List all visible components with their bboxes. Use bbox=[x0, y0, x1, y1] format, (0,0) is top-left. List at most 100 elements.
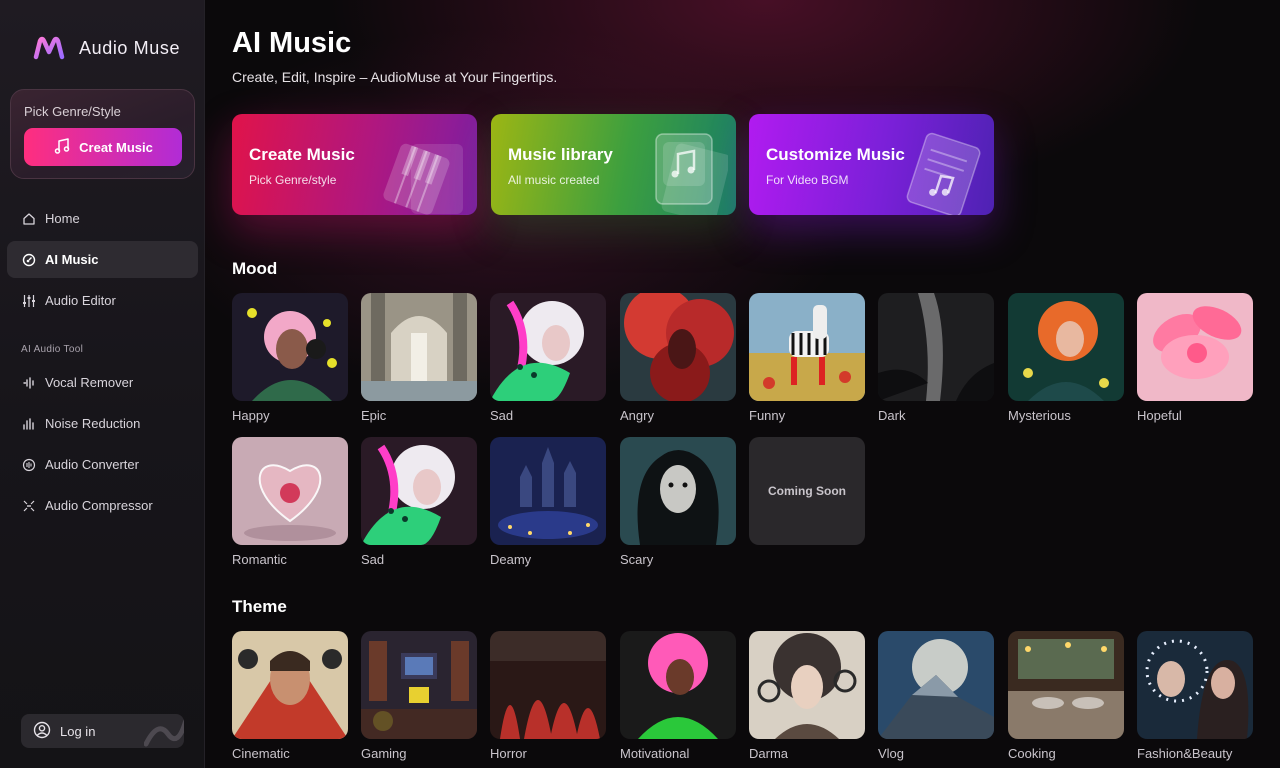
mood-tile-romantic[interactable]: Romantic bbox=[232, 437, 348, 567]
tile-label: Motivational bbox=[620, 746, 690, 761]
mood-tile-angry[interactable]: Angry bbox=[620, 293, 736, 423]
tile-label: Angry bbox=[620, 408, 654, 423]
tools-nav: Vocal Remover Noise Reduction Audio Conv… bbox=[7, 364, 198, 528]
page-subtitle: Create, Edit, Inspire – AudioMuse at You… bbox=[232, 69, 558, 85]
tile-label: Darma bbox=[749, 746, 789, 761]
tile-label: Hopeful bbox=[1137, 408, 1182, 423]
nav-label: Audio Converter bbox=[45, 457, 139, 472]
tile-label: Gaming bbox=[361, 746, 407, 761]
nav-label: Noise Reduction bbox=[45, 416, 141, 431]
sad-thumbnail bbox=[490, 293, 606, 401]
theme-tile-gaming[interactable]: Gaming bbox=[361, 631, 477, 761]
theme-tile-motivational[interactable]: Motivational bbox=[620, 631, 736, 761]
sad-thumbnail bbox=[361, 437, 477, 545]
customize-music-card[interactable]: Customize Music For Video BGM bbox=[749, 114, 994, 215]
nav-item-audio-compressor[interactable]: Audio Compressor bbox=[7, 487, 198, 524]
sidebar: Audio Muse Pick Genre/Style Creat Music … bbox=[0, 0, 205, 768]
audio-muse-logo-icon bbox=[33, 36, 65, 60]
mood-tile-deamy[interactable]: Deamy bbox=[490, 437, 606, 567]
nav-label: Audio Editor bbox=[45, 293, 116, 308]
promo-title: Pick Genre/Style bbox=[24, 104, 121, 119]
ai-audio-tool-heading: AI Audio Tool bbox=[21, 344, 84, 355]
tile-label: Mysterious bbox=[1008, 408, 1071, 423]
tile-label: Romantic bbox=[232, 552, 287, 567]
mood-tile-mysterious[interactable]: Mysterious bbox=[1008, 293, 1124, 423]
mood-tile-epic[interactable]: Epic bbox=[361, 293, 477, 423]
mood-tile-dark[interactable]: Dark bbox=[878, 293, 994, 423]
tile-label: Sad bbox=[490, 408, 514, 423]
theme-tile-cooking[interactable]: Cooking bbox=[1008, 631, 1124, 761]
creat-music-button[interactable]: Creat Music bbox=[24, 128, 182, 166]
card-subtitle: For Video BGM bbox=[766, 173, 849, 187]
card-title: Customize Music bbox=[766, 145, 905, 164]
scary-thumbnail bbox=[620, 437, 736, 545]
card-subtitle: All music created bbox=[508, 173, 600, 187]
theme-tile-vlog[interactable]: Vlog bbox=[878, 631, 994, 761]
deamy-thumbnail bbox=[490, 437, 606, 545]
tile-label: Epic bbox=[361, 408, 387, 423]
vocal-remover-icon bbox=[22, 376, 36, 390]
ai-music-icon bbox=[22, 253, 36, 267]
nav-item-home[interactable]: Home bbox=[7, 200, 198, 237]
cinematic-thumbnail bbox=[232, 631, 348, 739]
mood-tile-sad[interactable]: Sad bbox=[490, 293, 606, 423]
theme-tile-cinematic[interactable]: Cinematic bbox=[232, 631, 348, 761]
brand[interactable]: Audio Muse bbox=[33, 36, 180, 60]
tile-label: Fashion&Beauty bbox=[1137, 746, 1233, 761]
hopeful-thumbnail bbox=[1137, 293, 1253, 401]
main-content: AI Music Create, Edit, Inspire – AudioMu… bbox=[205, 0, 1280, 768]
angry-thumbnail bbox=[620, 293, 736, 401]
coming-soon-tile: Coming Soon bbox=[749, 437, 865, 545]
tile-label: Happy bbox=[232, 408, 270, 423]
cooking-thumbnail bbox=[1008, 631, 1124, 739]
music-sheet-icon bbox=[896, 128, 986, 215]
tile-label: Horror bbox=[490, 746, 527, 761]
funny-thumbnail bbox=[749, 293, 865, 401]
audio-converter-icon bbox=[22, 458, 36, 472]
coming-soon-label: Coming Soon bbox=[749, 437, 865, 545]
nav-item-audio-editor[interactable]: Audio Editor bbox=[7, 282, 198, 319]
mood-tile-scary[interactable]: Scary bbox=[620, 437, 736, 567]
nav-item-vocal-remover[interactable]: Vocal Remover bbox=[7, 364, 198, 401]
tile-label: Sad bbox=[361, 552, 385, 567]
mood-tile-happy[interactable]: Happy bbox=[232, 293, 348, 423]
darma-thumbnail bbox=[749, 631, 865, 739]
tile-label: Funny bbox=[749, 408, 786, 423]
mood-heading: Mood bbox=[232, 259, 278, 278]
theme-tile-horror[interactable]: Horror bbox=[490, 631, 606, 761]
theme-tile-fashion-beauty[interactable]: Fashion&Beauty bbox=[1137, 631, 1253, 761]
mood-tile-hopeful[interactable]: Hopeful bbox=[1137, 293, 1253, 423]
page-title: AI Music bbox=[232, 27, 352, 59]
audio-compressor-icon bbox=[22, 499, 36, 513]
piano-keys-icon bbox=[369, 128, 469, 215]
create-music-card[interactable]: Create Music Pick Genre/style bbox=[232, 114, 477, 215]
tile-label: Scary bbox=[620, 552, 654, 567]
card-title: Create Music bbox=[249, 145, 355, 164]
motivational-thumbnail bbox=[620, 631, 736, 739]
log-in-button[interactable]: Log in bbox=[21, 714, 184, 748]
nav-label: Home bbox=[45, 211, 80, 226]
nav-label: Audio Compressor bbox=[45, 498, 153, 513]
romantic-thumbnail bbox=[232, 437, 348, 545]
theme-tile-darma[interactable]: Darma bbox=[749, 631, 865, 761]
equalizer-icon bbox=[22, 294, 36, 308]
music-note-icon bbox=[648, 128, 731, 215]
tile-label: Deamy bbox=[490, 552, 532, 567]
wave-decoration-icon bbox=[143, 716, 184, 748]
tile-label: Dark bbox=[878, 408, 906, 423]
noise-reduction-icon bbox=[22, 417, 36, 431]
log-in-label: Log in bbox=[60, 723, 96, 739]
dark-thumbnail bbox=[878, 293, 994, 401]
fashion-beauty-thumbnail bbox=[1137, 631, 1253, 739]
nav-item-noise-reduction[interactable]: Noise Reduction bbox=[7, 405, 198, 442]
creat-music-label: Creat Music bbox=[79, 139, 153, 155]
mood-tile-sad-2[interactable]: Sad bbox=[361, 437, 477, 567]
card-title: Music library bbox=[508, 145, 613, 164]
nav-item-ai-music[interactable]: AI Music bbox=[7, 241, 198, 278]
horror-thumbnail bbox=[490, 631, 606, 739]
nav-item-audio-converter[interactable]: Audio Converter bbox=[7, 446, 198, 483]
music-note-icon bbox=[53, 137, 71, 158]
mood-tile-funny[interactable]: Funny bbox=[749, 293, 865, 423]
music-library-card[interactable]: Music library All music created bbox=[491, 114, 736, 215]
tile-label: Cinematic bbox=[232, 746, 290, 761]
